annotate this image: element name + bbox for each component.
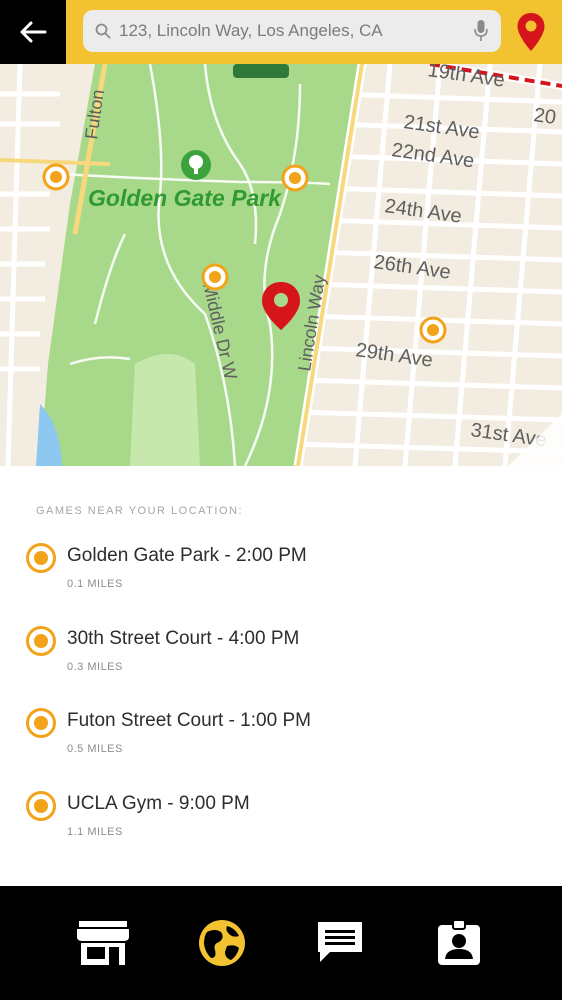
bottom-nav [0,886,562,1000]
location-pin-icon [517,13,545,51]
back-button[interactable] [0,0,66,64]
store-icon [77,921,130,965]
game-title: Futon Street Court - 1:00 PM [67,710,311,731]
nav-profile-button[interactable] [431,915,487,971]
nav-map-button[interactable] [194,915,250,971]
game-list-item[interactable]: UCLA Gym - 9:00 PM 1.1 MILES [0,791,562,861]
street-label-20th: 20 [532,104,557,129]
nav-store-button[interactable] [75,915,131,971]
games-list: GAMES NEAR YOUR LOCATION: Golden Gate Pa… [0,466,562,886]
back-arrow-icon [20,21,47,43]
top-bar: 123, Lincoln Way, Los Angeles, CA [0,0,562,64]
chat-icon [318,922,363,962]
search-bar[interactable]: 123, Lincoln Way, Los Angeles, CA [83,10,501,52]
game-distance: 0.3 MILES [67,661,123,673]
globe-icon [198,920,245,966]
game-distance: 0.1 MILES [67,578,123,590]
map-game-marker[interactable] [42,163,70,191]
game-list-item[interactable]: Futon Street Court - 1:00 PM 0.5 MILES [0,708,562,778]
game-list-item[interactable]: Golden Gate Park - 2:00 PM 0.1 MILES [0,543,562,613]
game-marker-icon [26,791,56,821]
game-marker-icon [26,626,56,656]
search-icon [95,22,113,40]
map-game-marker[interactable] [281,164,309,192]
list-heading: GAMES NEAR YOUR LOCATION: [36,505,244,517]
park-label: Golden Gate Park [88,185,282,211]
profile-badge-icon [437,919,480,965]
game-marker-icon [26,543,56,573]
map-view[interactable]: Golden Gate Park Fulton Lincoln Way Midd… [0,64,562,466]
game-title: Golden Gate Park - 2:00 PM [67,545,307,566]
nav-chat-button[interactable] [312,915,368,971]
map-game-marker[interactable] [201,263,229,291]
location-pin-button[interactable] [512,10,550,54]
map-game-marker[interactable] [419,316,447,344]
game-title: 30th Street Court - 4:00 PM [67,628,300,649]
game-list-item[interactable]: 30th Street Court - 4:00 PM 0.3 MILES [0,626,562,696]
app-screen: 123, Lincoln Way, Los Angeles, CA Golden… [0,0,562,1000]
search-input[interactable]: 123, Lincoln Way, Los Angeles, CA [119,21,473,41]
game-distance: 1.1 MILES [67,826,123,838]
game-distance: 0.5 MILES [67,743,123,755]
microphone-icon[interactable] [473,19,489,43]
game-title: UCLA Gym - 9:00 PM [67,793,250,814]
game-marker-icon [26,708,56,738]
